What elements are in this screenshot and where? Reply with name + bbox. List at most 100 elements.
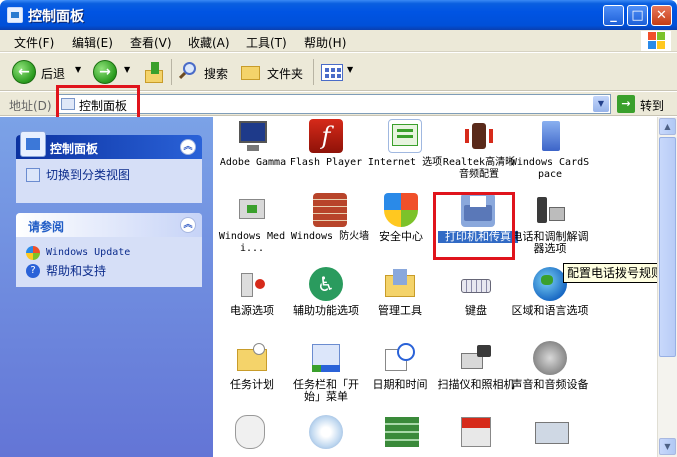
security-center-item[interactable]: 安全中心 [361, 193, 441, 243]
views-dropdown-icon[interactable]: ▼ [347, 65, 353, 74]
maximize-button[interactable]: □ [627, 5, 648, 26]
item-label: 区域和语言选项 [511, 304, 589, 317]
adobe-gamma-item[interactable]: Adobe Gamma [213, 119, 293, 169]
mouse-icon[interactable] [235, 415, 265, 449]
item-label: 电话和调制解调器选项 [511, 230, 589, 255]
internet-options-icon [388, 119, 422, 153]
accessibility-icon: ♿ [309, 267, 343, 301]
go-arrow-icon[interactable]: → [617, 95, 635, 113]
keyboard-item[interactable]: 键盘 [436, 267, 516, 317]
power-options-item[interactable]: 电源选项 [212, 267, 292, 317]
search-button-label[interactable]: 搜索 [204, 65, 228, 82]
realtek-audio-item[interactable]: Realtek高清晰音频配置 [439, 119, 519, 181]
cardspace-icon [533, 119, 567, 153]
item-label: Flash Player [289, 157, 363, 168]
link-label: 切换到分类视图 [46, 168, 131, 182]
task-pane: 控制面板 ︽ 切换到分类视图 请参阅 ︽ Windows Update ? 帮助… [0, 117, 213, 457]
views-icon[interactable] [321, 64, 343, 81]
menu-favorites[interactable]: 收藏(A) [188, 34, 230, 51]
scroll-up-button[interactable]: ▲ [659, 118, 676, 135]
item-label: 键盘 [465, 304, 487, 317]
scroll-down-button[interactable]: ▼ [659, 438, 676, 455]
taskbar-icon [309, 341, 343, 375]
windows-firewall-item[interactable]: Windows 防火墙 [290, 193, 370, 243]
menu-view[interactable]: 查看(V) [130, 34, 172, 51]
item-label: Windows 防火墙 [290, 231, 370, 242]
vertical-scrollbar[interactable]: ▲ ▼ [657, 117, 677, 457]
taskbar-start-menu-item[interactable]: 任务栏和「开始」菜单 [286, 341, 366, 403]
folders-icon[interactable] [241, 64, 261, 80]
house-icon[interactable] [461, 417, 491, 447]
item-label: 管理工具 [378, 304, 422, 317]
internet-options-item[interactable]: Internet 选项 [365, 119, 445, 169]
item-label: Realtek高清晰音频配置 [442, 157, 516, 180]
search-icon[interactable] [178, 62, 198, 82]
accessibility-options-item[interactable]: ♿ 辅助功能选项 [286, 267, 366, 317]
audio-icon [533, 341, 567, 375]
minimize-button[interactable]: _ [603, 5, 624, 26]
windows-update-icon [26, 246, 40, 260]
windows-cardspace-item[interactable]: Windows CardSpace [510, 119, 590, 181]
category-view-icon [26, 168, 40, 182]
windows-update-link[interactable]: Windows Update [26, 245, 192, 263]
firewall-icon [313, 193, 347, 227]
highlight-box-printers [433, 192, 515, 260]
back-arrow-icon[interactable]: ← [12, 60, 36, 84]
panel-header[interactable]: 请参阅 ︽ [16, 213, 202, 237]
menu-bar: 文件(F) 编辑(E) 查看(V) 收藏(A) 工具(T) 帮助(H) [0, 30, 677, 52]
forward-dropdown-icon[interactable]: ▼ [124, 65, 130, 74]
title-bar[interactable]: 控制面板 _ □ ✕ [0, 0, 677, 30]
item-label: Windows CardSpace [510, 157, 590, 180]
scroll-thumb[interactable] [659, 137, 676, 357]
item-label: 安全中心 [379, 230, 423, 243]
help-and-support-link[interactable]: ? 帮助和支持 [26, 263, 192, 281]
menu-help[interactable]: 帮助(H) [304, 34, 346, 51]
network-icon[interactable] [535, 422, 569, 444]
sounds-and-audio-item[interactable]: 声音和音频设备 [510, 341, 590, 391]
folders-button-label[interactable]: 文件夹 [267, 65, 303, 82]
shield-icon [384, 193, 418, 227]
panel-title: 控制面板 [50, 142, 99, 156]
go-button-label[interactable]: 转到 [640, 97, 664, 114]
collapse-chevron-icon[interactable]: ︽ [180, 139, 196, 155]
back-button-label[interactable]: 后退 [41, 65, 65, 82]
up-folder-icon[interactable] [145, 62, 165, 84]
panel-title: 请参阅 [28, 220, 65, 234]
monitor-icon [236, 119, 270, 153]
clock-icon [383, 341, 417, 375]
see-also-panel: 请参阅 ︽ Windows Update ? 帮助和支持 [16, 213, 202, 287]
scanner-icon [459, 341, 493, 375]
cd-icon[interactable] [309, 415, 343, 449]
power-icon [235, 267, 269, 301]
menu-edit[interactable]: 编辑(E) [72, 34, 113, 51]
windows-media-item[interactable]: Windows Medi... [212, 193, 292, 255]
close-button[interactable]: ✕ [651, 5, 672, 26]
speaker-icon [462, 119, 496, 153]
menu-file[interactable]: 文件(F) [14, 34, 54, 51]
flash-player-item[interactable]: f Flash Player [286, 119, 366, 169]
scanners-and-cameras-item[interactable]: 扫描仪和照相机 [436, 341, 516, 391]
control-panel-icon [7, 7, 23, 23]
control-panel-task-panel: 控制面板 ︽ 切换到分类视图 [16, 131, 202, 203]
scheduled-tasks-item[interactable]: 任务计划 [212, 341, 292, 391]
address-dropdown-icon[interactable]: ▼ [593, 96, 609, 112]
panel-header[interactable]: 控制面板 ︽ [16, 131, 202, 159]
forward-arrow-icon[interactable]: → [93, 60, 117, 84]
icon-view: Adobe Gamma f Flash Player Internet 选项 R… [213, 117, 657, 457]
flash-icon: f [309, 119, 343, 153]
date-and-time-item[interactable]: 日期和时间 [360, 341, 440, 391]
menu-tools[interactable]: 工具(T) [246, 34, 287, 51]
phone-and-modem-item[interactable]: 电话和调制解调器选项 [510, 193, 590, 255]
keyboard-icon [459, 267, 493, 301]
back-dropdown-icon[interactable]: ▼ [75, 65, 81, 74]
help-icon: ? [26, 264, 40, 278]
collapse-chevron-icon[interactable]: ︽ [180, 217, 196, 233]
administrative-tools-item[interactable]: 管理工具 [360, 267, 440, 317]
item-label: 日期和时间 [372, 378, 428, 391]
link-label: 帮助和支持 [46, 264, 107, 278]
books-icon[interactable] [385, 417, 419, 447]
switch-to-category-view-link[interactable]: 切换到分类视图 [26, 167, 192, 185]
item-label: 辅助功能选项 [293, 304, 359, 317]
item-label: 任务计划 [230, 378, 274, 391]
globe-icon [533, 267, 567, 301]
